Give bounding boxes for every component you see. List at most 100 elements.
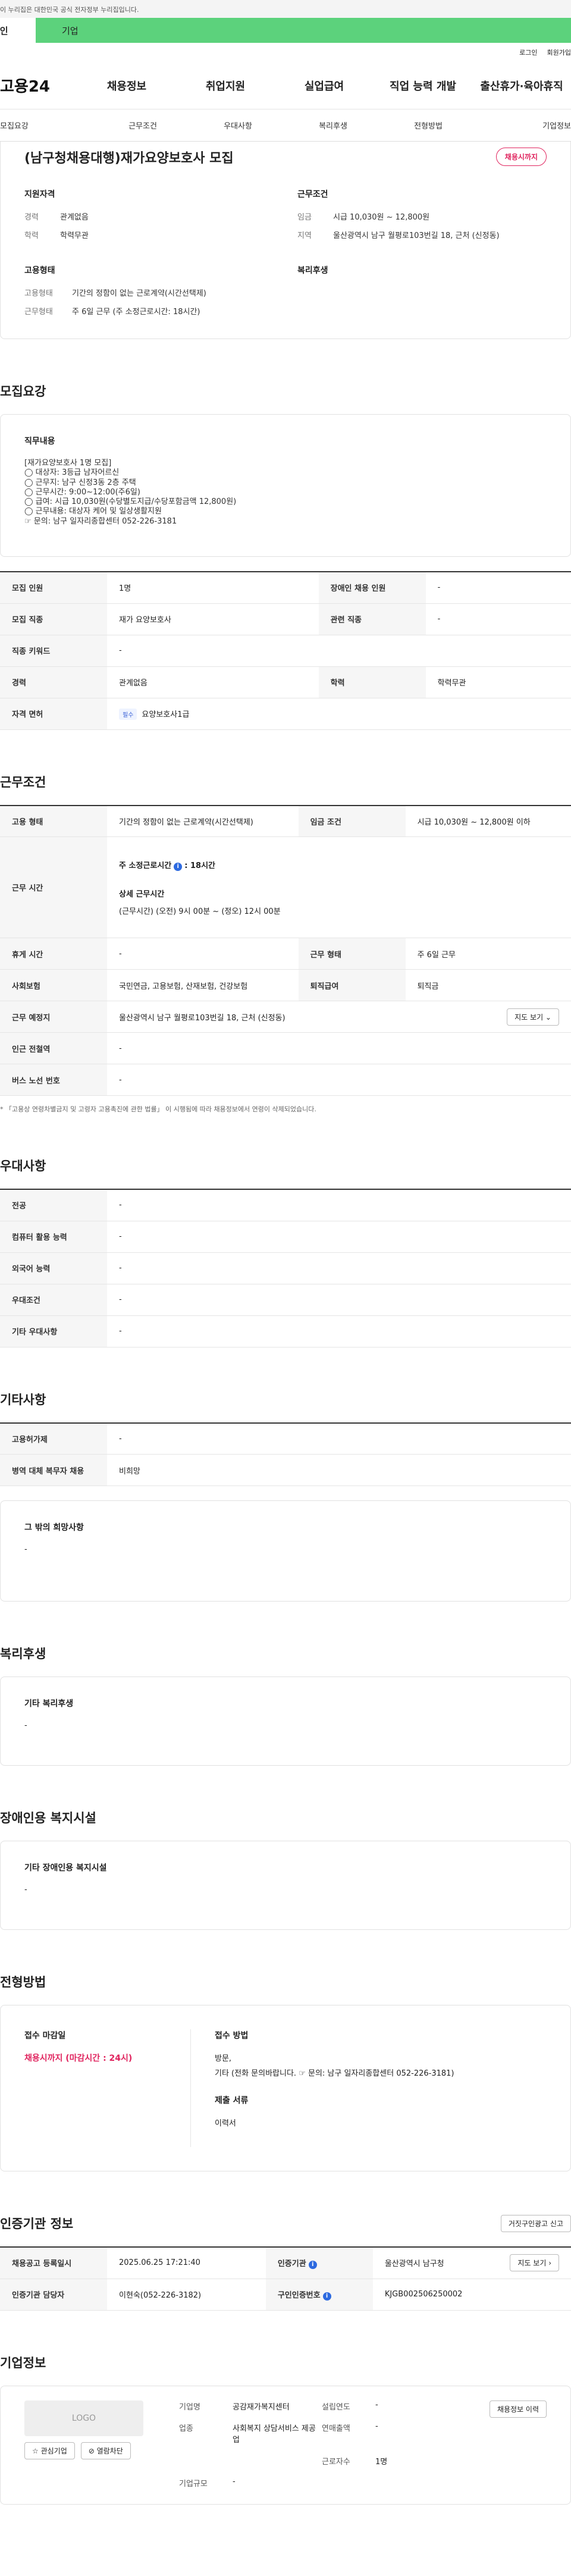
subnav-recruit[interactable]: 모집요강 (0, 120, 95, 131)
info-icon[interactable]: i (174, 862, 183, 871)
table-row: 병역 대체 복무자 채용 비희망 (0, 1454, 571, 1486)
job-title: (남구청채용대행)재가요양보호사 모집 (24, 151, 234, 166)
gnb-item[interactable]: 출산휴가·육아휴직 (472, 78, 571, 93)
job-desc-title: 직무내용 (24, 437, 55, 446)
section-title-disabled: 장애인용 복지시설 (0, 1811, 96, 1825)
desc-line: [재가요양보호사 1명 모집] (24, 459, 112, 468)
table-row: 모집 인원 1명 장애인 채용 인원 - (0, 572, 571, 604)
info-icon[interactable]: i (308, 2260, 317, 2269)
disabled-value: - (24, 1885, 27, 1894)
work-location: 울산광역시 남구 월평로103번길 18, 근처 (신정동) (119, 1013, 286, 1023)
deadline-title: 접수 마감일 (24, 2031, 66, 2041)
hope-title: 그 밖의 희망사항 (24, 1523, 84, 1533)
kv-value: 울산광역시 남구 월평로103번길 18, 근처 (신정동) (333, 231, 500, 240)
company-card: LOGO ☆ 관심기업 ⊘ 열람차단 기업명 공감재가복지센터 설립연도 - 업종 사회… (0, 2385, 571, 2505)
hope-card: 그 밖의 희망사항 - (0, 1500, 571, 1602)
global-nav: 고용24 채용정보 취업지원 실업급여 직업 능력 개발 출산휴가·육아휴직 (0, 62, 571, 109)
gnb-item[interactable]: 실업급여 (275, 78, 374, 93)
cert-no-label: 구인인증번호 (277, 2290, 321, 2300)
apply-way-title: 접수 방법 (215, 2031, 249, 2041)
info-icon[interactable]: i (322, 2292, 331, 2301)
detail-hours-value: (근무시간) (오전) 9시 00분 ~ (정오) 12시 00분 (119, 907, 281, 916)
table-row: 직종 키워드 - (0, 635, 571, 667)
company-left: LOGO ☆ 관심기업 ⊘ 열람차단 (24, 2400, 143, 2490)
table-row: 사회보험 국민연금, 고용보험, 산재보험, 건강보험 퇴직급여 퇴직금 (0, 969, 571, 1001)
signup-link[interactable]: 회원가입 (547, 48, 571, 57)
weekly-hours-label: 주 소정근로시간 (119, 861, 172, 870)
section-title-work: 근무조건 (0, 775, 46, 789)
subnav-method[interactable]: 전형방법 (381, 120, 476, 131)
history-button[interactable]: 채용정보 이력 (489, 2400, 547, 2418)
gnb-item[interactable]: 취업지원 (176, 78, 275, 93)
util-bar: 로그인 회원가입 (0, 43, 571, 62)
work-table: 고용 형태 기간의 정함이 없는 근로계약(시간선택제) 임금 조건 시급 10,03… (0, 804, 571, 1096)
table-row: 우대조건 - (0, 1284, 571, 1316)
tab-personal[interactable]: 개인 (0, 18, 36, 43)
kv-key: 근무형태 (24, 308, 53, 316)
fav-company-button[interactable]: ☆ 관심기업 (24, 2442, 75, 2459)
welfare-card: 기타 복리후생 - (0, 1676, 571, 1766)
table-row: 기타 우대사항 - (0, 1315, 571, 1347)
docs-title: 제출 서류 (215, 2096, 249, 2106)
desc-line: ☞ 문의: 남구 일자리종합센터 052-226-3181 (24, 516, 177, 526)
desc-line: ◯ 대상자: 3등급 남자어르신 (24, 468, 120, 478)
table-row: 컴퓨터 활용 능력 - (0, 1221, 571, 1253)
cond-block: 근무조건 임금 시급 10,030원 ~ 12,800원 지역 울산광역시 남구 월… (297, 188, 547, 247)
table-row: 근무 예정지 울산광역시 남구 월평로103번길 18, 근처 (신정동) 지도 보… (0, 1001, 571, 1033)
subnav-work[interactable]: 근무조건 (95, 120, 190, 131)
cert-table: 채용공고 등록일시 2025.06.25 17:21:40 인증기관 i 울산광역시 남… (0, 2246, 571, 2311)
table-row: 전공 - (0, 1189, 571, 1221)
table-row: 모집 직종 재가 요양보호사 관련 직종 - (0, 603, 571, 635)
report-ad-button[interactable]: 거짓구인광고 신고 (500, 2214, 571, 2232)
desc-line: ◯ 급여: 시급 10,030원(수당별도지급/수당포함금액 12,800원) (24, 497, 237, 506)
block-view-button[interactable]: ⊘ 열람차단 (80, 2442, 131, 2459)
age-note: * 「고용상 연령차별금지 및 고령자 고용촉진에 관한 법률」 이 시행됨에 … (0, 1105, 316, 1113)
gnb-item[interactable]: 채용정보 (77, 78, 176, 93)
login-link[interactable]: 로그인 (519, 48, 537, 57)
kv-value: 관계없음 (60, 213, 89, 222)
job-desc-card: 직무내용 [재가요양보호사 1명 모집] ◯ 대상자: 3등급 남자어르신 ◯ … (0, 414, 571, 557)
job-summary-card: (남구청채용대행)재가요양보호사 모집 채용시까지 지원자격 경력 관계없음 학력… (0, 142, 571, 339)
table-row: 자격 면허 필수 요양보호사1급 (0, 698, 571, 730)
site-logo[interactable]: 고용24 (0, 74, 77, 96)
job-desc-body: [재가요양보호사 1명 모집] ◯ 대상자: 3등급 남자어르신 ◯ 근무지: … (24, 459, 547, 527)
subnav-pref[interactable]: 우대사항 (190, 120, 286, 131)
section-title-method: 전형방법 (0, 1975, 46, 1989)
kv-key: 학력 (24, 231, 39, 240)
gov-banner: 이 누리집은 대한민국 공식 전자정부 누리집입니다. (0, 0, 571, 18)
kv-key: 경력 (24, 213, 39, 222)
cert-org-label: 인증기관 (277, 2259, 306, 2268)
welfare-sub-title: 기타 복리후생 (24, 1699, 74, 1709)
section-title-cert: 인증기관 정보 (0, 2217, 74, 2231)
subnav-company[interactable]: 기업정보 (476, 120, 571, 131)
etc-table: 고용허가제 - 병역 대체 복무자 채용 비희망 (0, 1422, 571, 1486)
welfare-block: 복리후생 (297, 264, 547, 324)
kv-value: 주 6일 근무 (주 소정근로시간: 18시간) (72, 308, 200, 316)
kv-key: 지역 (297, 231, 312, 240)
desc-line: ◯ 근무내용: 대상자 케어 및 일상생활지원 (24, 507, 162, 516)
company-logo: LOGO (24, 2400, 143, 2436)
table-row: 휴게 시간 - 근무 형태 주 6일 근무 (0, 938, 571, 970)
subnav-welfare[interactable]: 복리후생 (286, 120, 381, 131)
cert-map-button[interactable]: 지도 보기 › (510, 2254, 559, 2272)
tab-biz[interactable]: 기업 (36, 18, 571, 43)
section-title-recruit: 모집요강 (0, 384, 46, 399)
table-row: 인증기관 담당자 이현숙(052-226-3182) 구인인증번호 i KJGB0025… (0, 2279, 571, 2311)
pref-table: 전공 - 컴퓨터 활용 능력 - 외국어 능력 - 우대조건 - 기타 우대사항 - (0, 1189, 571, 1347)
desc-line: ◯ 근무시간: 9:00~12:00(주6일) (24, 487, 140, 497)
section-nav: 모집요강 근무조건 우대사항 복리후생 전형방법 기업정보 (0, 109, 571, 142)
table-row: 버스 노선 번호 - (0, 1064, 571, 1096)
kv-value: 기간의 정함이 없는 근로계약(시간선택제) (72, 289, 206, 298)
deadline-badge: 채용시까지 (495, 148, 547, 166)
welfare-value: - (24, 1721, 27, 1730)
docs-value: 이력서 (215, 2119, 236, 2129)
cert-org-value: 울산광역시 남구청 (384, 2260, 444, 2269)
map-button[interactable]: 지도 보기 ⌄ (507, 1008, 559, 1026)
apply-way-line: 방문, (215, 2054, 232, 2063)
deadline-block: 접수 마감일 채용시까지 (마감시간 : 24시) (24, 2029, 191, 2147)
detail-hours-title: 상세 근무시간 (119, 889, 165, 899)
gnb-item[interactable]: 직업 능력 개발 (374, 78, 472, 93)
qual-title: 지원자격 (24, 190, 55, 199)
kv-key: 고용형태 (24, 289, 53, 298)
audience-tabs: 개인 기업 (0, 18, 571, 43)
